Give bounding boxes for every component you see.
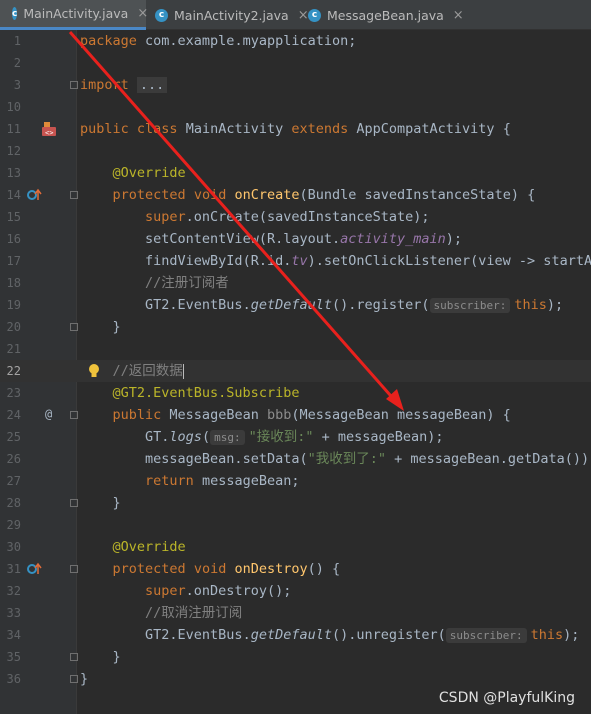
watermark: CSDN @PlayfulKing [438,690,575,706]
annotation-arrow [68,31,404,411]
